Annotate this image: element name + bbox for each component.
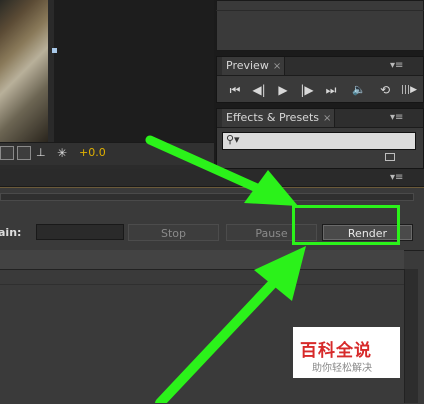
watermark-title: 百科全说 — [300, 341, 372, 361]
arrow-shaft — [155, 275, 281, 403]
watermark-subtitle: 助你轻松解决 — [312, 363, 372, 374]
arrow-shaft — [145, 135, 273, 198]
